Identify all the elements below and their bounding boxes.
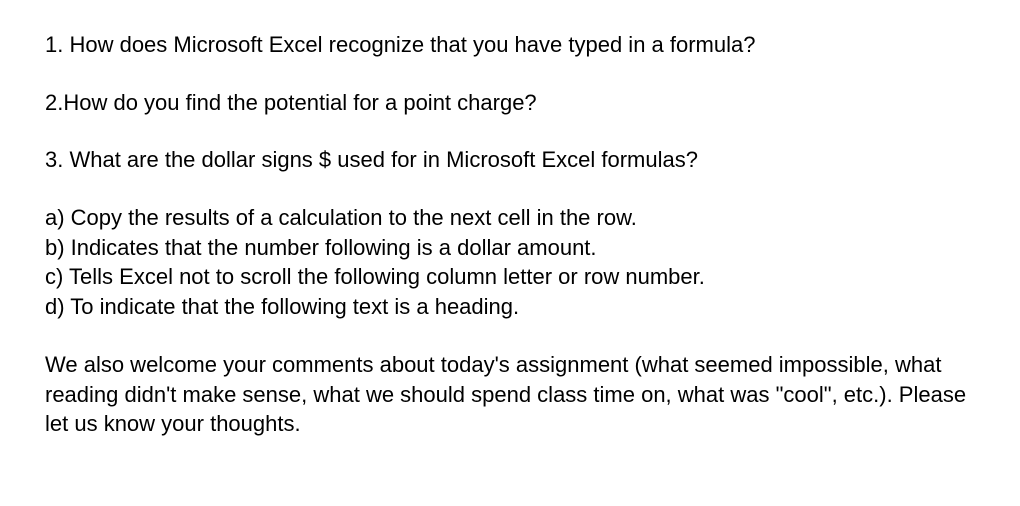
- question-1: 1. How does Microsoft Excel recognize th…: [45, 30, 975, 60]
- comments-prompt: We also welcome your comments about toda…: [45, 350, 975, 439]
- question-3: 3. What are the dollar signs $ used for …: [45, 145, 975, 175]
- question-2: 2.How do you find the potential for a po…: [45, 88, 975, 118]
- option-c: c) Tells Excel not to scroll the followi…: [45, 262, 975, 292]
- option-d: d) To indicate that the following text i…: [45, 292, 975, 322]
- options-list: a) Copy the results of a calculation to …: [45, 203, 975, 322]
- option-a: a) Copy the results of a calculation to …: [45, 203, 975, 233]
- option-b: b) Indicates that the number following i…: [45, 233, 975, 263]
